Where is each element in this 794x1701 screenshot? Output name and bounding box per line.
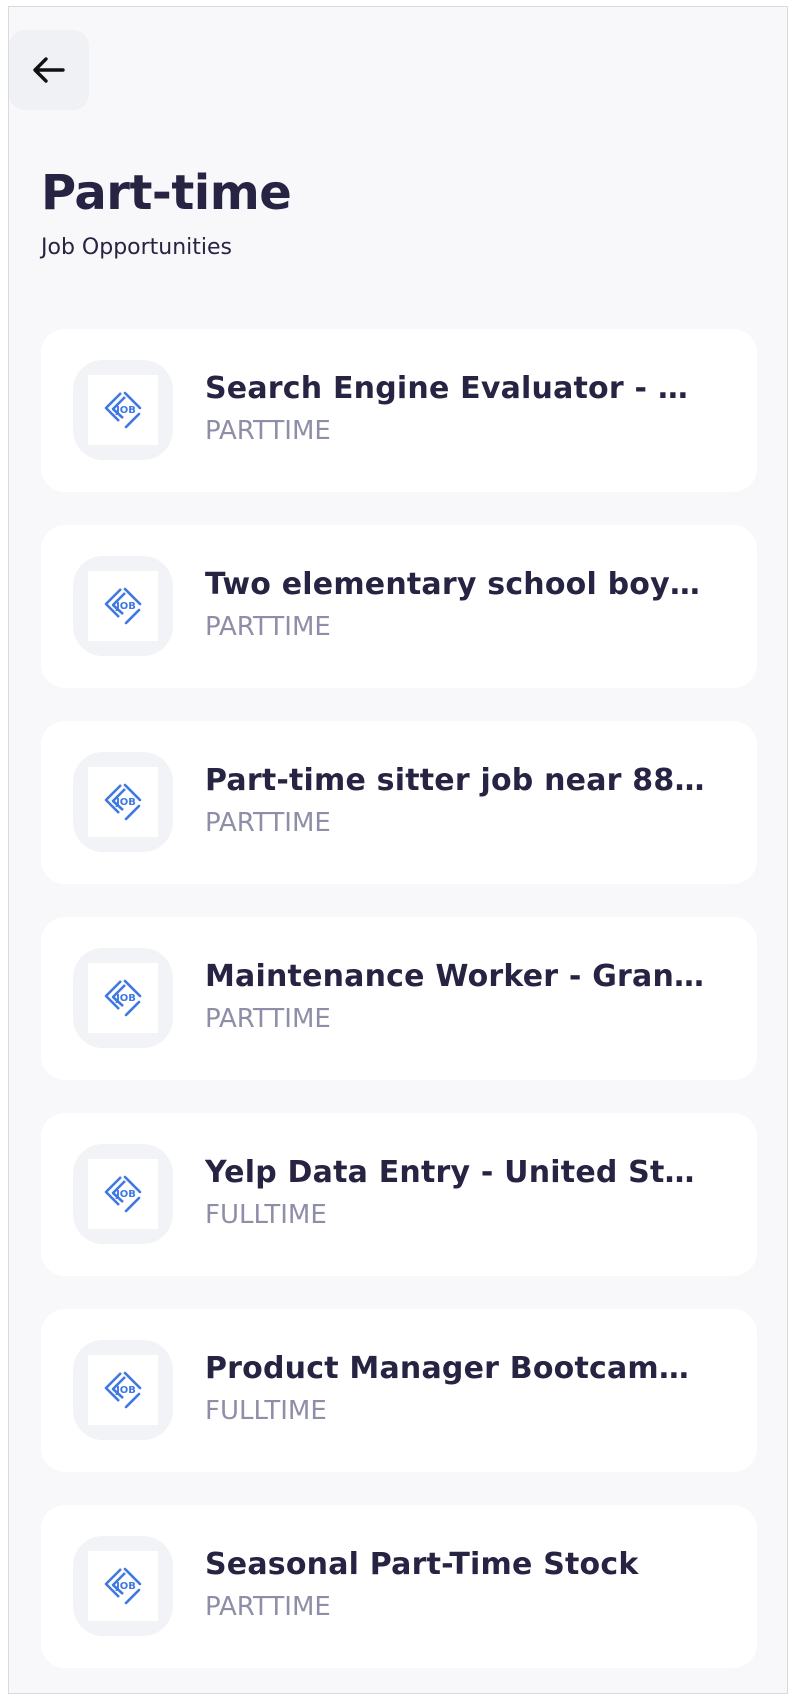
job-type-badge: PARTTIME: [205, 1591, 331, 1622]
job-title: Yelp Data Entry - United State...: [205, 1156, 705, 1190]
page-title: Part-time: [41, 165, 292, 221]
job-card-1[interactable]: JOB Search Engine Evaluator - Part... PA…: [41, 329, 757, 492]
job-type-badge: FULLTIME: [205, 1199, 327, 1230]
job-title: Seasonal Part-Time Stock: [205, 1548, 639, 1582]
back-button[interactable]: [9, 30, 89, 110]
job-logo-icon: JOB: [104, 587, 142, 625]
job-title: Product Manager Bootcamp a...: [205, 1352, 705, 1386]
job-type-badge: PARTTIME: [205, 415, 331, 446]
page-header: Part-time Job Opportunities: [41, 165, 292, 260]
job-logo-icon: JOB: [104, 783, 142, 821]
company-logo: JOB: [73, 1340, 173, 1440]
job-card-6[interactable]: JOB Product Manager Bootcamp a... FULLTI…: [41, 1309, 757, 1472]
svg-text:JOB: JOB: [115, 993, 136, 1004]
company-logo: JOB: [73, 360, 173, 460]
svg-text:JOB: JOB: [115, 1385, 136, 1396]
company-logo: JOB: [73, 948, 173, 1048]
svg-text:JOB: JOB: [115, 797, 136, 808]
app-screen: Part-time Job Opportunities JOB Search E…: [8, 6, 788, 1694]
job-logo-icon: JOB: [104, 391, 142, 429]
job-type-badge: PARTTIME: [205, 1003, 331, 1034]
svg-text:JOB: JOB: [115, 405, 136, 416]
job-title: Two elementary school boys ...: [205, 568, 705, 602]
company-logo: JOB: [73, 1144, 173, 1244]
job-logo-icon: JOB: [104, 1567, 142, 1605]
company-logo: JOB: [73, 1536, 173, 1636]
job-logo-icon: JOB: [104, 979, 142, 1017]
job-type-badge: PARTTIME: [205, 611, 331, 642]
job-title: Part-time sitter job near 8835...: [205, 764, 705, 798]
job-card-2[interactable]: JOB Two elementary school boys ... PARTT…: [41, 525, 757, 688]
job-title: Maintenance Worker - Grand ...: [205, 960, 705, 994]
job-title: Search Engine Evaluator - Part...: [205, 372, 705, 406]
job-type-badge: PARTTIME: [205, 807, 331, 838]
svg-text:JOB: JOB: [115, 601, 136, 612]
job-card-3[interactable]: JOB Part-time sitter job near 8835... PA…: [41, 721, 757, 884]
job-list: JOB Search Engine Evaluator - Part... PA…: [41, 329, 757, 1701]
svg-text:JOB: JOB: [115, 1189, 136, 1200]
job-logo-icon: JOB: [104, 1371, 142, 1409]
arrow-left-icon: [33, 57, 65, 83]
job-card-4[interactable]: JOB Maintenance Worker - Grand ... PARTT…: [41, 917, 757, 1080]
job-card-5[interactable]: JOB Yelp Data Entry - United State... FU…: [41, 1113, 757, 1276]
job-type-badge: FULLTIME: [205, 1395, 327, 1426]
company-logo: JOB: [73, 752, 173, 852]
page-subtitle: Job Opportunities: [41, 235, 233, 260]
svg-text:JOB: JOB: [115, 1581, 136, 1592]
job-logo-icon: JOB: [104, 1175, 142, 1213]
job-card-7[interactable]: JOB Seasonal Part-Time Stock PARTTIME: [41, 1505, 757, 1668]
company-logo: JOB: [73, 556, 173, 656]
